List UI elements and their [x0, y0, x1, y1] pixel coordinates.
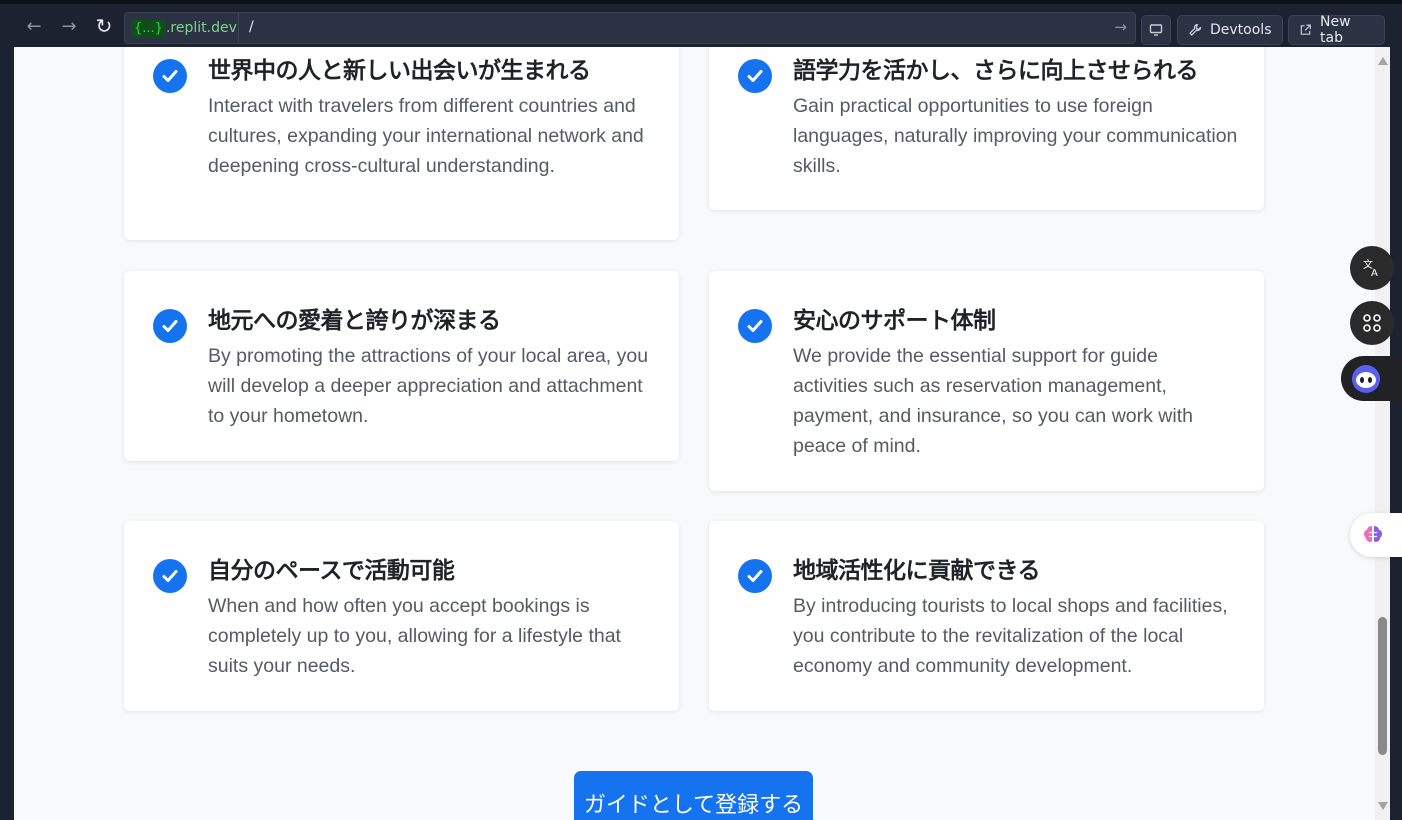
- command-icon[interactable]: [1350, 301, 1394, 345]
- card-description: By introducing tourists to local shops a…: [793, 595, 1228, 677]
- card-description: When and how often you accept bookings i…: [208, 595, 621, 677]
- devtools-button[interactable]: Devtools: [1177, 15, 1283, 45]
- benefit-card-hometown: 地元への愛着と誇りが深まる By promoting the attractio…: [124, 271, 679, 461]
- scroll-up-arrow-icon[interactable]: [1378, 57, 1388, 65]
- card-title: 安心のサポート体制: [793, 308, 996, 334]
- check-circle-icon: [153, 559, 187, 593]
- brain-icon: [1364, 526, 1382, 542]
- card-description: Gain practical opportunities to use fore…: [793, 95, 1238, 177]
- window-left-edge: [0, 47, 14, 820]
- browser-toolbar: ← → ↻ {...} .replit.dev / → Devtools New…: [0, 0, 1402, 47]
- check-circle-icon: [738, 309, 772, 343]
- vertical-scrollbar[interactable]: [1375, 47, 1390, 820]
- benefit-card-community: 地域活性化に貢献できる By introducing tourists to l…: [709, 521, 1264, 711]
- benefit-card-international: 世界中の人と新しい出会いが生まれる Interact with traveler…: [124, 47, 679, 240]
- url-divider: [238, 13, 239, 43]
- benefit-card-support: 安心のサポート体制 We provide the essential suppo…: [709, 271, 1264, 491]
- benefit-card-own-pace: 自分のペースで活動可能 When and how often you accep…: [124, 521, 679, 711]
- check-circle-icon: [153, 309, 187, 343]
- back-arrow-icon[interactable]: ←: [20, 12, 48, 40]
- brain-assistant-button[interactable]: [1350, 513, 1402, 557]
- url-domain: .replit.dev: [165, 20, 237, 36]
- url-host: {...} .replit.dev: [131, 17, 237, 39]
- check-circle-icon: [738, 59, 772, 93]
- url-badge: {...}: [131, 19, 166, 37]
- wrench-icon: [1189, 23, 1202, 36]
- card-title: 語学力を活かし、さらに向上させられる: [793, 58, 1199, 84]
- url-bar[interactable]: {...} .replit.dev / →: [124, 12, 1136, 44]
- card-title: 地域活性化に貢献できる: [793, 558, 1041, 584]
- card-description: We provide the essential support for gui…: [793, 345, 1193, 457]
- scroll-down-arrow-icon[interactable]: [1378, 802, 1388, 810]
- benefit-card-language: 語学力を活かし、さらに向上させられる Gain practical opport…: [709, 47, 1264, 210]
- card-description: By promoting the attractions of your loc…: [208, 345, 649, 427]
- card-title: 自分のペースで活動可能: [208, 558, 455, 584]
- register-as-guide-button[interactable]: ガイドとして登録する: [574, 771, 813, 820]
- card-description: Interact with travelers from different c…: [208, 95, 644, 177]
- scroll-thumb[interactable]: [1378, 617, 1387, 755]
- page-viewport: 世界中の人と新しい出会いが生まれる Interact with traveler…: [14, 47, 1390, 820]
- card-title: 世界中の人と新しい出会いが生まれる: [208, 58, 591, 84]
- ai-assistant-icon: [1352, 364, 1380, 393]
- monitor-icon: [1149, 24, 1163, 36]
- check-circle-icon: [153, 59, 187, 93]
- card-title: 地元への愛着と誇りが深まる: [208, 308, 501, 334]
- go-arrow-icon[interactable]: →: [1114, 18, 1127, 36]
- check-circle-icon: [738, 559, 772, 593]
- translate-icon[interactable]: 文 A: [1350, 246, 1394, 290]
- devtools-label: Devtools: [1210, 22, 1272, 38]
- new-tab-button[interactable]: New tab: [1288, 14, 1385, 46]
- forward-arrow-icon[interactable]: →: [55, 12, 83, 40]
- ai-assistant-button[interactable]: [1341, 356, 1402, 401]
- svg-text:A: A: [1371, 268, 1378, 279]
- device-preview-button[interactable]: [1141, 15, 1171, 45]
- new-tab-label: New tab: [1320, 14, 1351, 46]
- external-link-icon: [1300, 24, 1311, 35]
- reload-icon[interactable]: ↻: [90, 12, 118, 40]
- url-path[interactable]: /: [249, 19, 254, 35]
